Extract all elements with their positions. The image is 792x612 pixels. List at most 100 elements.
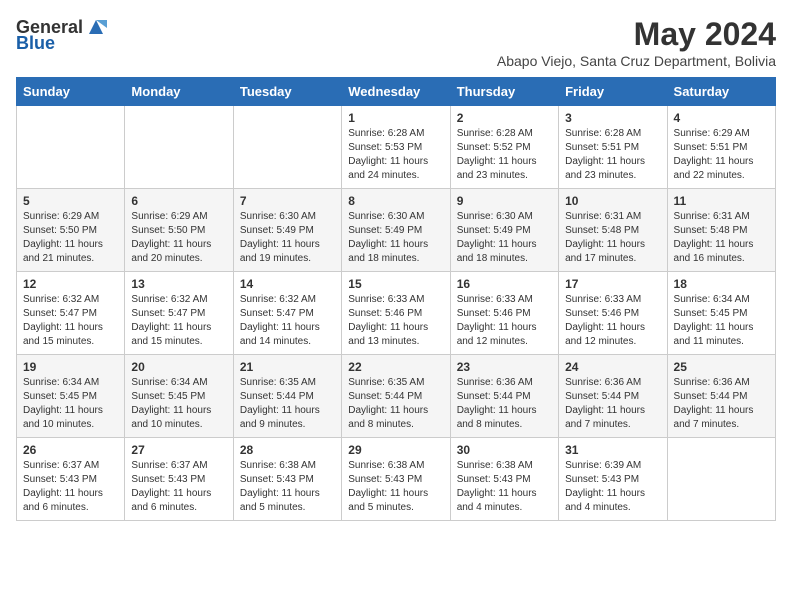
day-detail: Sunrise: 6:32 AM Sunset: 5:47 PM Dayligh… xyxy=(131,294,211,347)
day-cell-1: 1Sunrise: 6:28 AM Sunset: 5:53 PM Daylig… xyxy=(342,106,450,189)
day-number: 15 xyxy=(348,277,443,291)
day-detail: Sunrise: 6:33 AM Sunset: 5:46 PM Dayligh… xyxy=(565,294,645,347)
day-detail: Sunrise: 6:36 AM Sunset: 5:44 PM Dayligh… xyxy=(565,377,645,430)
day-cell-13: 13 Sunrise: 6:32 AM Sunset: 5:47 PM Dayli… xyxy=(125,272,233,355)
day-number: 1 xyxy=(348,111,443,125)
day-cell-17: 17 Sunrise: 6:33 AM Sunset: 5:46 PM Dayli… xyxy=(559,272,667,355)
day-number: 16 xyxy=(457,277,552,291)
day-cell-16: 16 Sunrise: 6:33 AM Sunset: 5:46 PM Dayli… xyxy=(450,272,558,355)
day-detail: Sunrise: 6:32 AM Sunset: 5:47 PM Dayligh… xyxy=(23,294,103,347)
week-row-5: 26 Sunrise: 6:37 AM Sunset: 5:43 PM Dayli… xyxy=(17,438,776,521)
day-number: 30 xyxy=(457,443,552,457)
day-cell-30: 30 Sunrise: 6:38 AM Sunset: 5:43 PM Dayli… xyxy=(450,438,558,521)
week-row-1: 1Sunrise: 6:28 AM Sunset: 5:53 PM Daylig… xyxy=(17,106,776,189)
day-number: 10 xyxy=(565,194,660,208)
day-detail: Sunrise: 6:33 AM Sunset: 5:46 PM Dayligh… xyxy=(348,294,428,347)
day-detail: Sunrise: 6:30 AM Sunset: 5:49 PM Dayligh… xyxy=(457,211,537,264)
day-number: 17 xyxy=(565,277,660,291)
logo-blue: Blue xyxy=(16,34,55,52)
day-detail: Sunrise: 6:30 AM Sunset: 5:49 PM Dayligh… xyxy=(240,211,320,264)
day-number: 20 xyxy=(131,360,226,374)
calendar-table: SundayMondayTuesdayWednesdayThursdayFrid… xyxy=(16,77,776,521)
day-detail: Sunrise: 6:37 AM Sunset: 5:43 PM Dayligh… xyxy=(23,460,103,513)
day-number: 19 xyxy=(23,360,118,374)
day-number: 9 xyxy=(457,194,552,208)
day-number: 2 xyxy=(457,111,552,125)
day-cell-15: 15 Sunrise: 6:33 AM Sunset: 5:46 PM Dayli… xyxy=(342,272,450,355)
day-cell-5: 5 Sunrise: 6:29 AM Sunset: 5:50 PM Daylig… xyxy=(17,189,125,272)
day-cell-29: 29 Sunrise: 6:38 AM Sunset: 5:43 PM Dayli… xyxy=(342,438,450,521)
day-cell-7: 7 Sunrise: 6:30 AM Sunset: 5:49 PM Daylig… xyxy=(233,189,341,272)
month-title: May 2024 xyxy=(497,16,776,53)
day-cell-21: 21 Sunrise: 6:35 AM Sunset: 5:44 PM Dayli… xyxy=(233,355,341,438)
day-cell-8: 8 Sunrise: 6:30 AM Sunset: 5:49 PM Daylig… xyxy=(342,189,450,272)
day-number: 6 xyxy=(131,194,226,208)
week-row-4: 19 Sunrise: 6:34 AM Sunset: 5:45 PM Dayli… xyxy=(17,355,776,438)
day-number: 27 xyxy=(131,443,226,457)
day-detail: Sunrise: 6:38 AM Sunset: 5:43 PM Dayligh… xyxy=(348,460,428,513)
day-number: 8 xyxy=(348,194,443,208)
day-cell-26: 26 Sunrise: 6:37 AM Sunset: 5:43 PM Dayli… xyxy=(17,438,125,521)
day-number: 7 xyxy=(240,194,335,208)
day-cell-9: 9 Sunrise: 6:30 AM Sunset: 5:49 PM Daylig… xyxy=(450,189,558,272)
title-area: May 2024 Abapo Viejo, Santa Cruz Departm… xyxy=(497,16,776,69)
day-detail: Sunrise: 6:31 AM Sunset: 5:48 PM Dayligh… xyxy=(674,211,754,264)
day-number: 12 xyxy=(23,277,118,291)
day-number: 26 xyxy=(23,443,118,457)
day-detail: Sunrise: 6:32 AM Sunset: 5:47 PM Dayligh… xyxy=(240,294,320,347)
day-number: 28 xyxy=(240,443,335,457)
empty-cell xyxy=(17,106,125,189)
empty-cell xyxy=(233,106,341,189)
day-number: 24 xyxy=(565,360,660,374)
header-day-wednesday: Wednesday xyxy=(342,78,450,106)
day-cell-4: 4Sunrise: 6:29 AM Sunset: 5:51 PM Daylig… xyxy=(667,106,775,189)
day-cell-22: 22Sunrise: 6:35 AM Sunset: 5:44 PM Dayli… xyxy=(342,355,450,438)
day-cell-10: 10Sunrise: 6:31 AM Sunset: 5:48 PM Dayli… xyxy=(559,189,667,272)
day-cell-27: 27 Sunrise: 6:37 AM Sunset: 5:43 PM Dayli… xyxy=(125,438,233,521)
day-number: 23 xyxy=(457,360,552,374)
day-number: 5 xyxy=(23,194,118,208)
week-row-3: 12 Sunrise: 6:32 AM Sunset: 5:47 PM Dayli… xyxy=(17,272,776,355)
logo-icon xyxy=(85,16,107,38)
day-detail: Sunrise: 6:34 AM Sunset: 5:45 PM Dayligh… xyxy=(131,377,211,430)
day-cell-6: 6 Sunrise: 6:29 AM Sunset: 5:50 PM Daylig… xyxy=(125,189,233,272)
day-cell-19: 19 Sunrise: 6:34 AM Sunset: 5:45 PM Dayli… xyxy=(17,355,125,438)
day-number: 14 xyxy=(240,277,335,291)
day-cell-2: 2Sunrise: 6:28 AM Sunset: 5:52 PM Daylig… xyxy=(450,106,558,189)
day-cell-12: 12 Sunrise: 6:32 AM Sunset: 5:47 PM Dayli… xyxy=(17,272,125,355)
day-detail: Sunrise: 6:29 AM Sunset: 5:50 PM Dayligh… xyxy=(131,211,211,264)
header-day-friday: Friday xyxy=(559,78,667,106)
day-detail: Sunrise: 6:38 AM Sunset: 5:43 PM Dayligh… xyxy=(457,460,537,513)
day-detail: Sunrise: 6:35 AM Sunset: 5:44 PM Dayligh… xyxy=(240,377,320,430)
day-detail: Sunrise: 6:34 AM Sunset: 5:45 PM Dayligh… xyxy=(23,377,103,430)
day-detail: Sunrise: 6:30 AM Sunset: 5:49 PM Dayligh… xyxy=(348,211,428,264)
day-detail: Sunrise: 6:29 AM Sunset: 5:51 PM Dayligh… xyxy=(674,128,754,181)
day-number: 25 xyxy=(674,360,769,374)
day-number: 31 xyxy=(565,443,660,457)
day-detail: Sunrise: 6:28 AM Sunset: 5:51 PM Dayligh… xyxy=(565,128,645,181)
day-number: 18 xyxy=(674,277,769,291)
header-row: SundayMondayTuesdayWednesdayThursdayFrid… xyxy=(17,78,776,106)
day-number: 21 xyxy=(240,360,335,374)
header-day-saturday: Saturday xyxy=(667,78,775,106)
day-number: 29 xyxy=(348,443,443,457)
day-detail: Sunrise: 6:34 AM Sunset: 5:45 PM Dayligh… xyxy=(674,294,754,347)
day-number: 13 xyxy=(131,277,226,291)
empty-cell xyxy=(667,438,775,521)
day-cell-23: 23 Sunrise: 6:36 AM Sunset: 5:44 PM Dayli… xyxy=(450,355,558,438)
day-number: 11 xyxy=(674,194,769,208)
logo: General Blue xyxy=(16,16,107,52)
day-cell-20: 20 Sunrise: 6:34 AM Sunset: 5:45 PM Dayli… xyxy=(125,355,233,438)
day-detail: Sunrise: 6:36 AM Sunset: 5:44 PM Dayligh… xyxy=(457,377,537,430)
day-cell-25: 25Sunrise: 6:36 AM Sunset: 5:44 PM Dayli… xyxy=(667,355,775,438)
header: General Blue May 2024 Abapo Viejo, Santa… xyxy=(16,16,776,69)
day-detail: Sunrise: 6:35 AM Sunset: 5:44 PM Dayligh… xyxy=(348,377,428,430)
day-detail: Sunrise: 6:33 AM Sunset: 5:46 PM Dayligh… xyxy=(457,294,537,347)
day-cell-18: 18 Sunrise: 6:34 AM Sunset: 5:45 PM Dayli… xyxy=(667,272,775,355)
day-cell-31: 31Sunrise: 6:39 AM Sunset: 5:43 PM Dayli… xyxy=(559,438,667,521)
day-detail: Sunrise: 6:37 AM Sunset: 5:43 PM Dayligh… xyxy=(131,460,211,513)
day-cell-3: 3Sunrise: 6:28 AM Sunset: 5:51 PM Daylig… xyxy=(559,106,667,189)
header-day-tuesday: Tuesday xyxy=(233,78,341,106)
day-cell-11: 11 Sunrise: 6:31 AM Sunset: 5:48 PM Dayli… xyxy=(667,189,775,272)
day-detail: Sunrise: 6:29 AM Sunset: 5:50 PM Dayligh… xyxy=(23,211,103,264)
